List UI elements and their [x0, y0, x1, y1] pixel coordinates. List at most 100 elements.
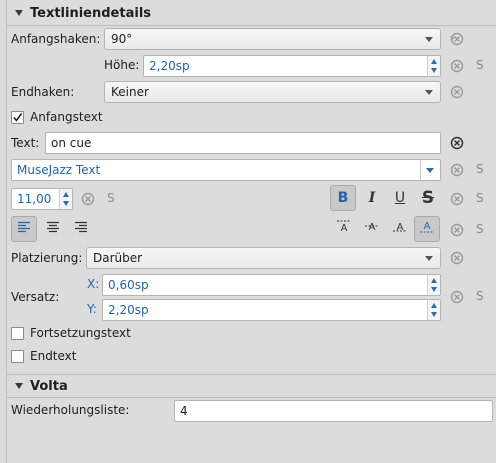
repeat-list-input[interactable]: 4 — [174, 400, 493, 422]
begin-hook-value: 90° — [111, 32, 133, 46]
spin-up-icon[interactable] — [431, 278, 437, 283]
section-title: Volta — [30, 379, 68, 394]
valign-baseline-button[interactable]: A — [387, 216, 413, 242]
begin-hook-label: Anfangshaken: — [11, 32, 101, 46]
chevron-down-icon — [425, 256, 433, 261]
reset-icon[interactable] — [449, 191, 465, 207]
style-button[interactable]: S — [476, 162, 484, 176]
font-value: MuseJazz Text — [17, 163, 101, 177]
align-right-icon — [75, 221, 87, 233]
offset-x-spinbox[interactable]: 0,60sp — [102, 274, 441, 296]
valign-top-button[interactable]: A — [331, 216, 357, 242]
section-title: Textliniendetails — [30, 6, 152, 21]
valign-bottom-button[interactable]: A — [414, 216, 440, 242]
spin-buttons[interactable] — [427, 300, 440, 320]
height-value: 2,20sp — [149, 59, 190, 73]
spin-down-icon[interactable] — [431, 287, 437, 292]
reset-icon[interactable] — [449, 84, 465, 100]
spin-up-icon[interactable] — [63, 192, 69, 197]
text-input[interactable]: on cue — [45, 132, 441, 154]
align-right-button[interactable] — [68, 216, 94, 242]
reset-icon[interactable] — [449, 289, 465, 305]
svg-text:A: A — [369, 222, 376, 233]
spin-buttons[interactable] — [59, 189, 72, 209]
style-button[interactable]: S — [107, 191, 115, 205]
offset-y-label: Y: — [87, 302, 97, 316]
spin-buttons[interactable] — [427, 275, 440, 295]
spin-down-icon[interactable] — [63, 201, 69, 206]
reset-icon[interactable] — [449, 222, 465, 238]
valign-center-button[interactable]: A — [359, 216, 385, 242]
svg-text:A: A — [341, 223, 348, 233]
offset-y-spinbox[interactable]: 2,20sp — [102, 299, 441, 321]
chevron-down-icon — [425, 37, 433, 42]
bold-button[interactable]: B — [330, 185, 356, 211]
chevron-down-icon — [425, 90, 433, 95]
end-hook-combo[interactable]: Keiner — [104, 81, 441, 103]
font-size-spinbox[interactable]: 11,00 — [11, 188, 73, 210]
style-button[interactable]: S — [476, 289, 484, 303]
placement-value: Darüber — [93, 251, 143, 265]
end-hook-label: Endhaken: — [11, 85, 75, 99]
font-combo[interactable]: MuseJazz Text — [11, 159, 441, 181]
reset-icon[interactable] — [449, 250, 465, 266]
repeat-list-label: Wiederholungsliste: — [11, 403, 130, 417]
offset-y-value: 2,20sp — [108, 303, 149, 317]
section-header-textline[interactable]: Textliniendetails — [15, 6, 151, 21]
divider — [7, 397, 496, 398]
begin-text-label: Anfangstext — [30, 110, 103, 124]
text-value: on cue — [51, 136, 92, 150]
end-text-label: Endtext — [30, 349, 77, 363]
collapse-triangle-icon — [15, 9, 23, 16]
end-text-checkbox[interactable] — [11, 350, 24, 363]
placement-combo[interactable]: Darüber — [86, 247, 441, 269]
spin-up-icon[interactable] — [431, 303, 437, 308]
strikethrough-button[interactable]: S — [415, 185, 441, 211]
valign-baseline-icon: A — [393, 222, 407, 233]
placement-label: Platzierung: — [11, 251, 83, 265]
text-label: Text: — [11, 136, 40, 150]
align-center-button[interactable] — [40, 216, 66, 242]
reset-icon[interactable] — [449, 58, 465, 74]
offset-label: Versatz: — [11, 290, 60, 304]
align-left-button[interactable] — [11, 216, 37, 242]
continue-text-label: Fortsetzungstext — [30, 326, 131, 340]
repeat-list-value: 4 — [180, 404, 188, 418]
spin-buttons[interactable] — [427, 56, 440, 76]
align-left-icon — [18, 221, 30, 233]
begin-hook-combo[interactable]: 90° — [104, 28, 441, 50]
style-button[interactable]: S — [476, 191, 484, 205]
spin-up-icon[interactable] — [431, 59, 437, 64]
continue-text-checkbox[interactable] — [11, 327, 24, 340]
style-button[interactable]: S — [476, 222, 484, 236]
style-button[interactable]: S — [476, 58, 484, 72]
font-size-value: 11,00 — [17, 192, 52, 206]
checkmark-icon — [13, 113, 23, 122]
section-header-volta[interactable]: Volta — [15, 379, 68, 394]
panel-edge — [6, 0, 7, 463]
font-dropdown-button[interactable] — [420, 160, 440, 180]
collapse-triangle-icon — [15, 382, 23, 389]
offset-x-label: X: — [87, 277, 100, 291]
reset-icon[interactable] — [449, 31, 465, 47]
height-spinbox[interactable]: 2,20sp — [143, 55, 441, 77]
end-hook-value: Keiner — [111, 85, 149, 99]
spin-down-icon[interactable] — [431, 312, 437, 317]
divider — [7, 25, 496, 26]
underline-button[interactable]: U — [387, 185, 413, 211]
reset-icon[interactable] — [449, 135, 465, 151]
italic-button[interactable]: I — [359, 185, 385, 211]
svg-text:A: A — [424, 221, 431, 232]
reset-icon[interactable] — [449, 162, 465, 178]
spin-down-icon[interactable] — [431, 68, 437, 73]
chevron-down-icon — [426, 168, 434, 173]
offset-x-value: 0,60sp — [108, 278, 149, 292]
reset-icon[interactable] — [80, 191, 96, 207]
height-label: Höhe: — [104, 58, 140, 72]
align-center-icon — [47, 221, 59, 233]
valign-bottom-icon: A — [420, 221, 434, 233]
valign-top-icon: A — [337, 220, 351, 234]
divider — [7, 374, 496, 375]
valign-center-icon: A — [365, 222, 379, 233]
begin-text-checkbox[interactable] — [11, 111, 24, 124]
